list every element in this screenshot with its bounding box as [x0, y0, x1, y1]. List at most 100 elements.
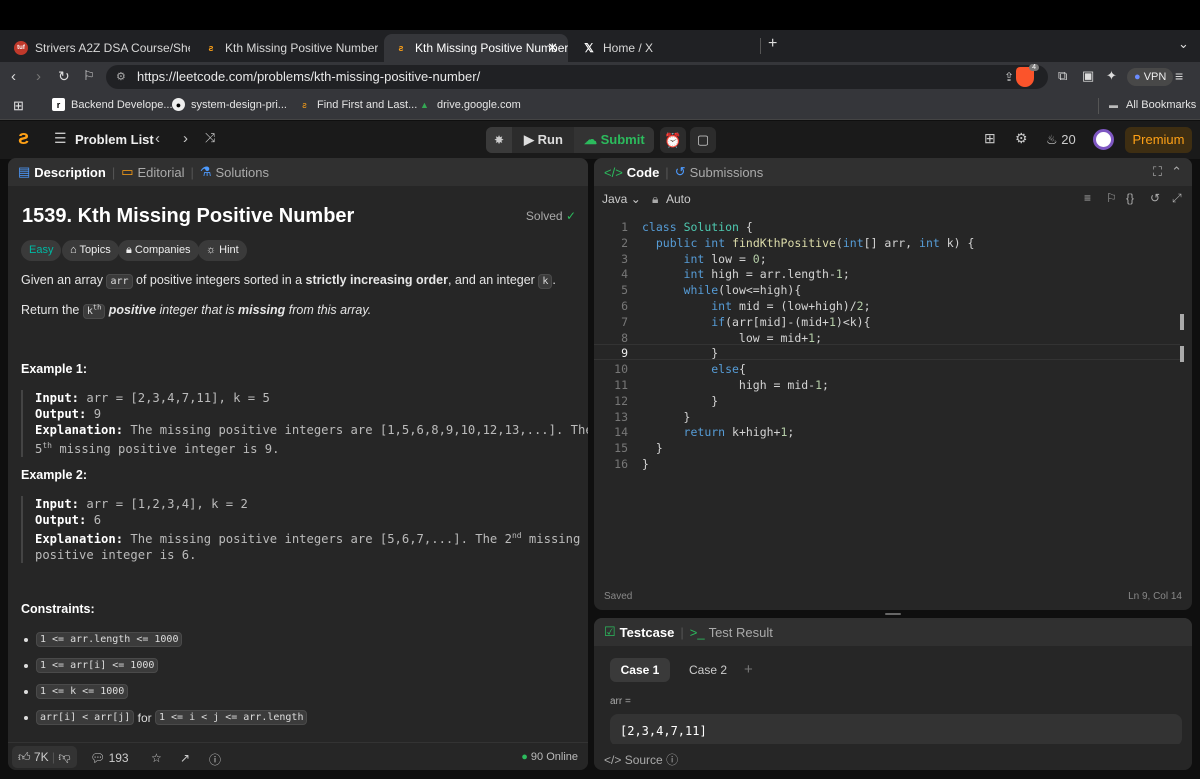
code-panel: </> Code | ↺ Submissions ⛶ ⌃ Java ⌄ 🔒︎ A… — [594, 158, 1192, 610]
all-bookmarks[interactable]: ▬ All Bookmarks — [1107, 98, 1196, 111]
explanation-text: missing positive integer is 9. — [51, 442, 280, 457]
settings-gear-icon[interactable]: ⚙ — [1015, 130, 1028, 147]
bookmark-find-first[interactable]: ƨ Find First and Last... — [298, 98, 417, 111]
online-count: ● 90 Online — [521, 751, 578, 763]
star-icon[interactable]: ☆ — [151, 751, 162, 765]
code-line: while(low<=high){ — [683, 283, 802, 298]
brave-shield-icon[interactable]: 4 — [1016, 64, 1039, 87]
tag-icon: ⌂ — [70, 244, 77, 256]
run-button[interactable]: ▶ Run — [524, 132, 563, 148]
bookmark-icon[interactable]: ⚐ — [1106, 191, 1117, 205]
text: Return the — [21, 303, 83, 317]
tab-description[interactable]: Description — [34, 165, 106, 180]
bold-text: strictly increasing order — [305, 273, 448, 287]
tab-testcase[interactable]: Testcase — [620, 625, 675, 640]
comments-button[interactable]: 💬︎ 193 — [90, 751, 129, 765]
bookmark-backend[interactable]: r Backend Develope... — [52, 98, 173, 111]
add-case-plus-icon[interactable]: + — [744, 661, 753, 678]
bookmark-label: Find First and Last... — [317, 98, 418, 111]
browser-tab-kth-missing-active[interactable]: ƨ Kth Missing Positive Number ✕ — [384, 34, 568, 62]
reset-icon[interactable]: ↺ — [1150, 191, 1160, 205]
cursor-position: Ln 9, Col 14 — [1128, 591, 1182, 602]
share-icon[interactable]: ⇪ — [1004, 65, 1014, 89]
constraint-code: 1 <= arr.length <= 1000 — [36, 632, 183, 647]
browser-tab-kth-missing-1[interactable]: ƨ Kth Missing Positive Number - Le — [194, 34, 378, 62]
like-button[interactable]: 👍︎ 7K | 👎︎ — [12, 746, 77, 768]
thumbs-down-icon[interactable]: 👎︎ — [58, 750, 70, 764]
next-problem-icon[interactable]: › — [183, 130, 188, 147]
source-link[interactable]: Source — [625, 753, 663, 767]
tab-test-result[interactable]: Test Result — [709, 625, 773, 640]
tab-solutions[interactable]: Solutions — [216, 165, 269, 180]
format-lines-icon[interactable]: ≡ — [1084, 191, 1091, 205]
reload-icon[interactable]: ↻ — [58, 68, 70, 85]
new-tab-plus-icon[interactable]: + — [768, 35, 777, 53]
collapse-chevron-icon[interactable]: ⌃ — [1171, 164, 1182, 180]
tab-code[interactable]: Code — [627, 165, 660, 180]
line-number: 4 — [621, 267, 628, 282]
tab-search-chevron-icon[interactable]: ⌄ — [1178, 36, 1189, 52]
constraint-item: 1 <= arr.length <= 1000 — [24, 632, 183, 647]
tab-submissions[interactable]: Submissions — [690, 165, 764, 180]
problem-list-link[interactable]: Problem List — [75, 132, 154, 147]
bookmark-system-design[interactable]: ● system-design-pri... — [172, 98, 287, 111]
help-icon[interactable]: ⓘ — [666, 753, 678, 767]
bookmark-drive[interactable]: ▲ drive.google.com — [418, 98, 521, 111]
leetcode-logo-icon[interactable]: ƨ — [18, 127, 29, 150]
shuffle-icon[interactable]: ⤨ — [205, 130, 215, 146]
submit-label: Submit — [600, 132, 645, 147]
site-settings-icon[interactable]: ⚙ — [116, 65, 126, 89]
hint-chip[interactable]: ☼ Hint — [198, 240, 247, 261]
back-arrow-icon[interactable]: ‹ — [11, 68, 16, 85]
autocomplete-mode[interactable]: Auto — [666, 192, 691, 206]
extensions-icon[interactable]: ⧉ — [1058, 68, 1067, 84]
submit-button[interactable]: ☁ Submit — [574, 127, 654, 153]
line-number: 6 — [621, 299, 628, 313]
layout-grid-icon[interactable]: ⊞ — [984, 130, 996, 147]
case-2-tab[interactable]: Case 2 — [678, 658, 738, 682]
fullscreen-icon[interactable]: ⤢ — [1172, 191, 1182, 206]
vpn-label: VPN — [1143, 71, 1167, 83]
braces-icon[interactable]: {} — [1126, 191, 1134, 205]
help-icon[interactable]: ⓘ — [209, 751, 221, 768]
debug-icon[interactable]: ✸ — [486, 127, 512, 153]
terminal-icon: >_ — [689, 624, 705, 640]
apps-grid-icon[interactable]: ⊞ — [13, 98, 24, 114]
topics-chip[interactable]: ⌂ Topics — [62, 240, 119, 261]
problem-list-icon[interactable]: ☰ — [54, 130, 67, 147]
address-bar[interactable]: ⚙ https://leetcode.com/problems/kth-miss… — [106, 65, 1048, 89]
italic-text: integer that is — [156, 303, 239, 317]
resize-handle[interactable] — [885, 613, 901, 615]
notes-icon[interactable]: ▢ — [690, 127, 716, 153]
run-submit-group: ✸ ▶ Run ☁ Submit — [486, 127, 654, 153]
tab-editorial[interactable]: Editorial — [138, 165, 185, 180]
bookmarks-divider — [1098, 98, 1099, 114]
text: . — [552, 273, 556, 287]
prev-problem-icon[interactable]: ‹ — [155, 130, 160, 147]
browser-tab-strivers[interactable]: tuf Strivers A2Z DSA Course/Sheet - — [4, 34, 190, 62]
explanation-text: positive integer is 6. — [35, 548, 197, 563]
sidebar-icon[interactable]: ▣ — [1082, 68, 1094, 84]
expand-icon[interactable]: ⛶ — [1153, 164, 1162, 180]
forward-arrow-icon[interactable]: › — [36, 68, 41, 85]
problem-title: 1539. Kth Missing Positive Number — [22, 205, 355, 227]
share-icon[interactable]: ↗ — [180, 751, 190, 765]
avatar[interactable] — [1093, 129, 1114, 150]
menu-icon[interactable]: ≡ — [1175, 68, 1183, 84]
bullet — [24, 663, 28, 668]
difficulty-badge: Easy — [21, 240, 62, 261]
testcase-input[interactable]: [2,3,4,7,11] — [610, 714, 1182, 746]
close-icon[interactable]: ✕ — [547, 40, 558, 56]
premium-button[interactable]: Premium — [1125, 127, 1192, 153]
companies-chip[interactable]: 🔒︎ Companies — [118, 240, 199, 261]
code-line: int low = 0; — [683, 251, 767, 266]
language-select[interactable]: Java ⌄ — [602, 192, 641, 206]
vpn-button[interactable]: ● VPN — [1127, 68, 1174, 86]
timer-icon[interactable]: ⏰ — [660, 127, 686, 153]
leo-ai-icon[interactable]: ✦ — [1106, 68, 1117, 84]
case-1-tab[interactable]: Case 1 — [610, 658, 670, 682]
topics-label: Topics — [79, 244, 111, 256]
bookmark-icon[interactable]: ⚐ — [83, 68, 95, 84]
browser-tab-x-home[interactable]: 𝕏 Home / X — [572, 34, 756, 62]
streak-counter[interactable]: ♨ 20 — [1046, 132, 1076, 148]
